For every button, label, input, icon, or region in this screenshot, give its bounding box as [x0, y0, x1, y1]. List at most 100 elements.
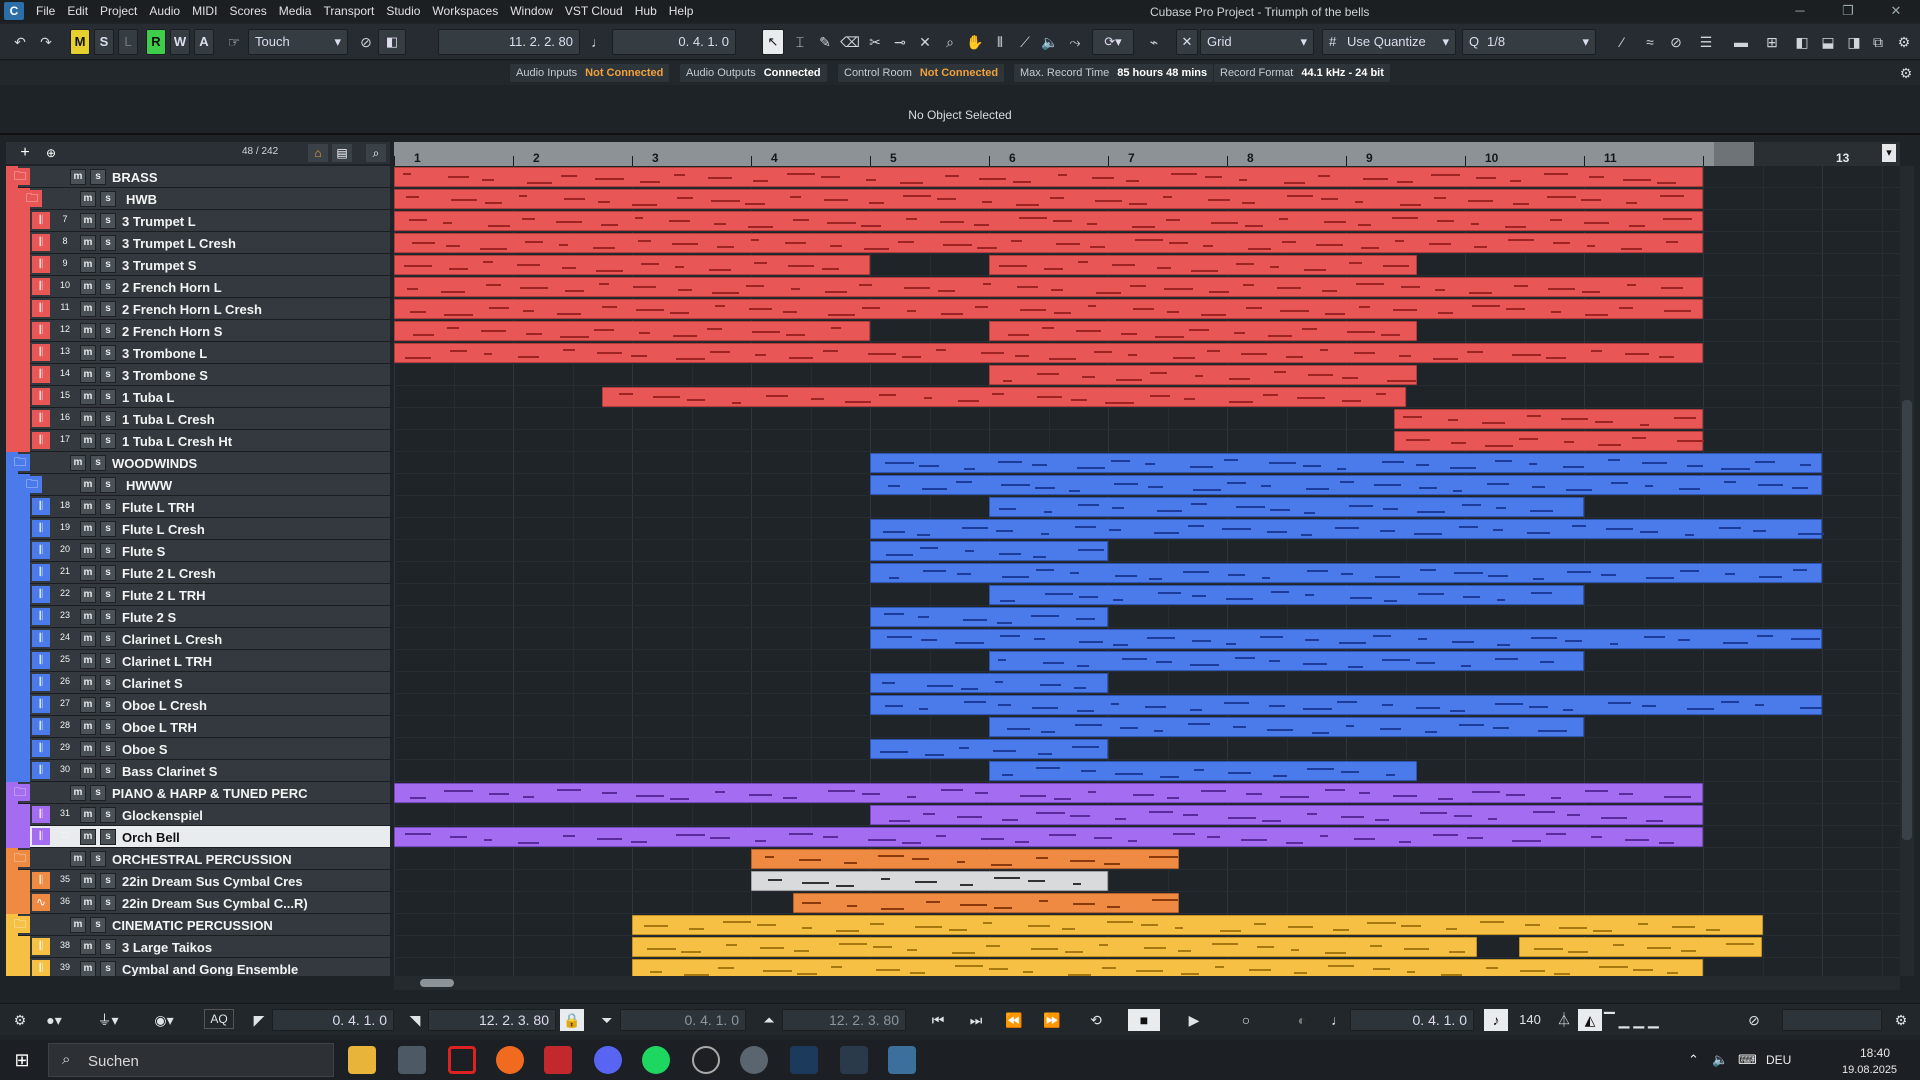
midi-part[interactable]	[751, 871, 1108, 891]
midi-track-icon[interactable]: 𝄃	[32, 498, 50, 515]
transport-settings-icon[interactable]: ⚙	[4, 1009, 36, 1031]
undo-icon[interactable]: ↶	[10, 32, 30, 52]
track-name[interactable]: Clarinet S	[122, 676, 183, 691]
track-lane[interactable]	[394, 518, 1900, 540]
folder-icon[interactable]: 🗀	[10, 784, 30, 801]
punch-out-icon[interactable]: ⏶	[758, 1009, 780, 1031]
tempo-value[interactable]: 140	[1510, 1009, 1550, 1031]
track-name[interactable]: HWWW	[126, 478, 172, 493]
midi-part[interactable]	[870, 805, 1703, 825]
midi-track-icon[interactable]: 𝄃	[32, 630, 50, 647]
track-lane[interactable]	[394, 650, 1900, 672]
lock-icon[interactable]: 🔒	[560, 1009, 584, 1031]
close-icon[interactable]: ✕	[1878, 0, 1914, 22]
midi-part[interactable]	[632, 937, 1477, 957]
track-lane[interactable]	[394, 430, 1900, 452]
track-row[interactable]: 𝄃 20 m s Flute S	[6, 540, 390, 562]
track-mute-button[interactable]: m	[80, 521, 96, 537]
track-lane[interactable]	[394, 606, 1900, 628]
track-name[interactable]: Bass Clarinet S	[122, 764, 217, 779]
track-row[interactable]: 𝄃 14 m s 3 Trombone S	[6, 364, 390, 386]
track-name[interactable]: HWB	[126, 192, 157, 207]
midi-track-icon[interactable]: 𝄃	[32, 608, 50, 625]
track-solo-button[interactable]: s	[100, 609, 116, 625]
track-lane[interactable]	[394, 958, 1900, 976]
track-row[interactable]: 𝄃 38 m s 3 Large Taikos	[6, 936, 390, 958]
folder-icon[interactable]: 🗀	[10, 168, 30, 185]
track-name[interactable]: 3 Large Taikos	[122, 940, 212, 955]
track-solo-button[interactable]: s	[100, 675, 116, 691]
track-name[interactable]: ORCHESTRAL PERCUSSION	[112, 852, 292, 867]
track-solo-button[interactable]: s	[100, 543, 116, 559]
add-track-from-template-icon[interactable]: ⊕	[40, 144, 62, 162]
track-solo-button[interactable]: s	[100, 345, 116, 361]
track-name[interactable]: 3 Trombone L	[122, 346, 207, 361]
track-lane[interactable]	[394, 716, 1900, 738]
folder-part[interactable]	[394, 189, 1703, 209]
track-mute-button[interactable]: m	[80, 345, 96, 361]
midi-part[interactable]	[792, 893, 1180, 913]
control-room-status[interactable]: Control Room Not Connected	[838, 64, 1005, 82]
midi-part[interactable]	[1393, 431, 1704, 451]
position-field[interactable]: 0. 4. 1. 0	[1350, 1009, 1474, 1031]
track-row[interactable]: 𝄃 19 m s Flute L Cresh	[6, 518, 390, 540]
track-row[interactable]: 𝄃 22 m s Flute 2 L TRH	[6, 584, 390, 606]
app-icon-8[interactable]	[692, 1046, 720, 1074]
track-name[interactable]: Oboe L TRH	[122, 720, 197, 735]
track-solo-button[interactable]: s	[100, 367, 116, 383]
iterative-quantize-icon[interactable]: ⁄	[1612, 32, 1632, 52]
play-button[interactable]: ▶	[1178, 1009, 1210, 1031]
mute-toggle[interactable]: M	[70, 29, 90, 55]
track-solo-button[interactable]: s	[100, 257, 116, 273]
redo-icon[interactable]: ↷	[36, 32, 56, 52]
layout-left-icon[interactable]: ◧	[1792, 32, 1812, 52]
track-name[interactable]: 3 Trumpet S	[122, 258, 196, 273]
transport-options-gear-icon[interactable]: ⚙	[1888, 1009, 1914, 1031]
track-mute-button[interactable]: m	[80, 499, 96, 515]
metronome-icon[interactable]: ⏃	[1552, 1009, 1576, 1031]
auto-scroll-button[interactable]: ⟳▾	[1092, 29, 1134, 55]
midi-part[interactable]	[870, 519, 1824, 539]
track-row[interactable]: 𝄃 35 m s 22in Dream Sus Cymbal Cres	[6, 870, 390, 892]
track-solo-button[interactable]: s	[100, 741, 116, 757]
forward-icon[interactable]: ⏩	[1036, 1009, 1068, 1031]
midi-part[interactable]	[870, 739, 1108, 759]
maximize-icon[interactable]: ❐	[1830, 0, 1866, 22]
left-zone-icon[interactable]: ☰	[1696, 32, 1716, 52]
track-mute-button[interactable]: m	[80, 939, 96, 955]
solo-toggle[interactable]: S	[94, 29, 114, 55]
object-selection-tool[interactable]: ↖	[762, 29, 784, 55]
quantize-toggle-icon[interactable]: ⊘	[1666, 32, 1686, 52]
track-mute-button[interactable]: m	[80, 829, 96, 845]
menu-item-help[interactable]: Help	[663, 0, 700, 22]
track-solo-button[interactable]: s	[100, 587, 116, 603]
folder-track-row[interactable]: 🗀 m s PIANO & HARP & TUNED PERC	[6, 782, 390, 804]
folder-part[interactable]	[394, 783, 1703, 803]
midi-track-icon[interactable]: 𝄃	[32, 234, 50, 251]
record-button[interactable]: ○	[1230, 1009, 1262, 1031]
track-row[interactable]: 𝄃 8 m s 3 Trumpet L Cresh	[6, 232, 390, 254]
track-mute-button[interactable]: m	[80, 807, 96, 823]
record-mode-icon[interactable]: ●▾	[34, 1009, 74, 1031]
track-row[interactable]: 𝄃 39 m s Cymbal and Gong Ensemble	[6, 958, 390, 976]
midi-track-icon[interactable]: 𝄃	[32, 410, 50, 427]
snap-toggle[interactable]: ✕	[1176, 29, 1198, 55]
track-lane[interactable]	[394, 804, 1900, 826]
track-lane[interactable]	[394, 562, 1900, 584]
menu-item-media[interactable]: Media	[273, 0, 318, 22]
voicemeeter-icon[interactable]	[544, 1046, 572, 1074]
punch-mode-icon[interactable]: ⏚▾	[88, 1009, 128, 1031]
midi-part[interactable]	[394, 321, 870, 341]
midi-track-icon[interactable]: 𝄃	[32, 278, 50, 295]
track-name[interactable]: 2 French Horn L	[122, 280, 222, 295]
split-tool-icon[interactable]: ✂	[865, 32, 885, 52]
track-row[interactable]: 𝄃 31 m s Glockenspiel	[6, 804, 390, 826]
track-solo-button[interactable]: s	[100, 323, 116, 339]
midi-track-icon[interactable]: 𝄃	[32, 674, 50, 691]
track-name[interactable]: Flute 2 L TRH	[122, 588, 206, 603]
midi-part[interactable]	[989, 651, 1584, 671]
file-explorer-icon[interactable]	[348, 1046, 376, 1074]
menu-item-midi[interactable]: MIDI	[186, 0, 223, 22]
track-solo-button[interactable]: s	[100, 653, 116, 669]
track-solo-button[interactable]: s	[100, 807, 116, 823]
